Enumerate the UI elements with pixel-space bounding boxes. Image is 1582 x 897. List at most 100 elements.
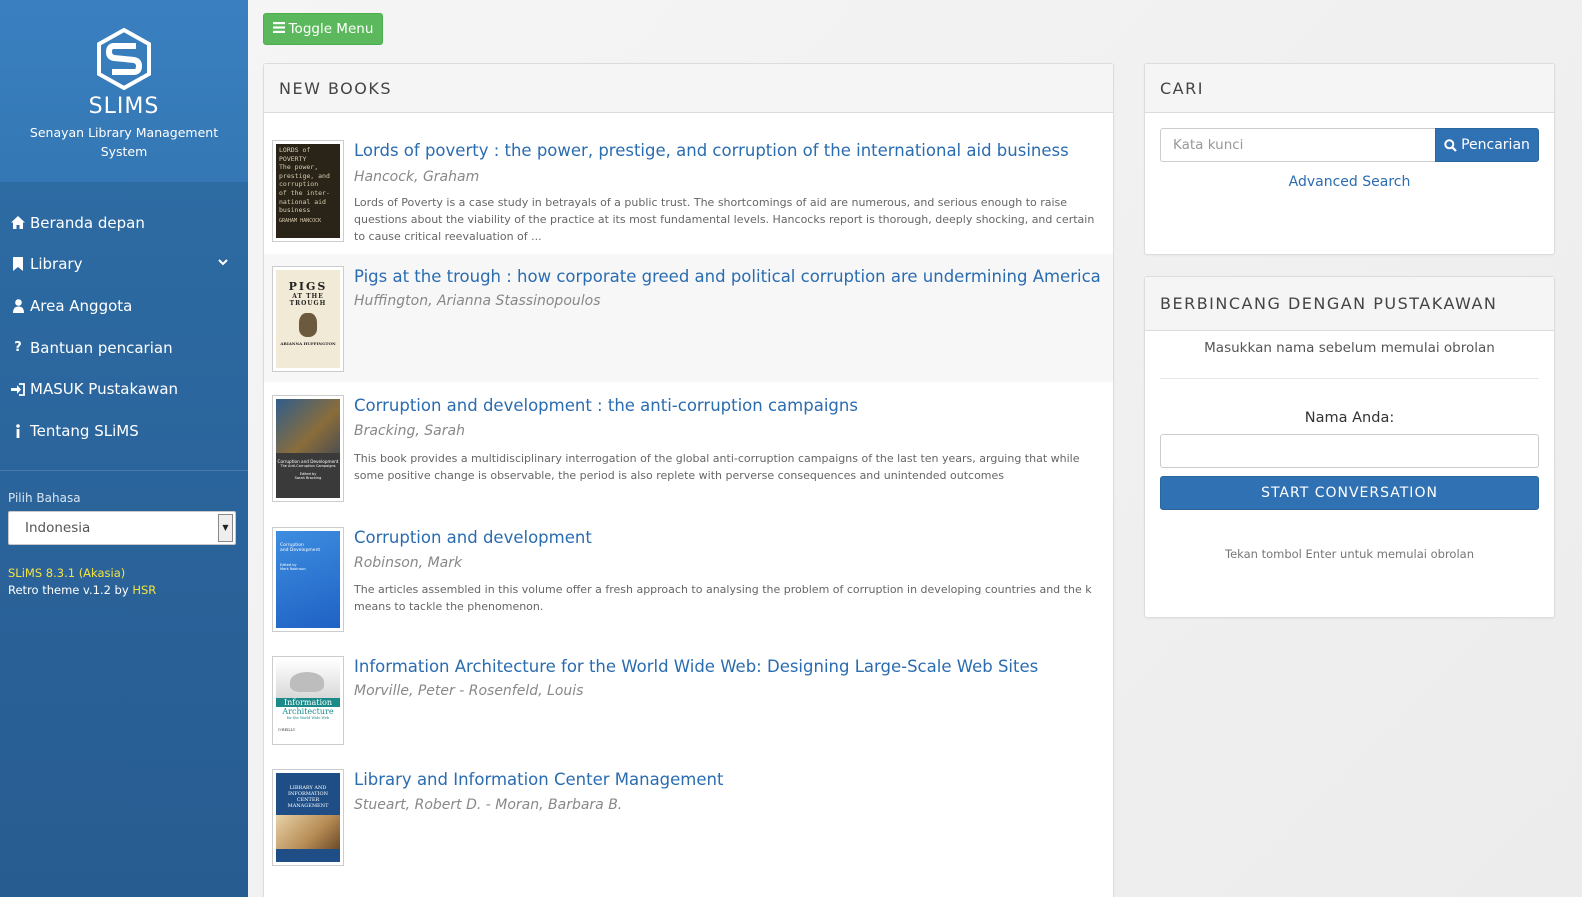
book-item: Corruption and Development Edited by Mar…	[264, 518, 1113, 646]
cover-text: POVERTY	[279, 154, 307, 163]
nav-item-label: Bantuan pencarian	[30, 338, 173, 357]
nav-item-label: Area Anggota	[30, 296, 133, 315]
info-icon	[10, 423, 26, 438]
sidebar: SLIMS Senayan Library Management System …	[0, 0, 248, 897]
theme-author-link[interactable]: HSR	[132, 583, 156, 597]
toggle-menu-label: Toggle Menu	[288, 21, 374, 37]
book-title-link[interactable]: Corruption and development	[354, 528, 592, 547]
book-title-link[interactable]: Corruption and development : the anti-co…	[354, 396, 858, 415]
book-description: This book provides a multidisciplinary i…	[354, 452, 1080, 482]
toggle-menu-button[interactable]: Toggle Menu	[263, 13, 383, 45]
cover-text: GRAHAM HANCOCK	[279, 217, 322, 224]
version-line: SLiMS 8.3.1 (Akasia)	[8, 565, 126, 580]
cover-text: for the World Wide Web	[286, 716, 330, 720]
cover-text: corruption	[279, 180, 319, 189]
nav-item-masuk-pustakawan[interactable]: MASUK Pustakawan	[0, 368, 248, 410]
nav-item-tentang[interactable]: Tentang SLiMS	[0, 410, 248, 452]
book-cover[interactable]: Corruption and Development Edited by Mar…	[272, 527, 344, 632]
search-button[interactable]: Pencarian	[1435, 128, 1539, 162]
advanced-search-link[interactable]: Advanced Search	[1145, 174, 1554, 190]
start-conversation-button[interactable]: START CONVERSATION	[1160, 476, 1539, 510]
book-item: Information Architecture for the World W…	[264, 646, 1113, 760]
chat-note: Masukkan nama sebelum memulai obrolan	[1204, 340, 1495, 356]
search-panel: CARI Kata kunci Pencarian Advanced Searc…	[1144, 63, 1555, 255]
chevron-down-icon[interactable]	[218, 256, 228, 269]
chat-heading: BERBINCANG DENGAN PUSTAKAWAN	[1145, 277, 1554, 331]
search-button-label: Pencarian	[1461, 137, 1530, 153]
brand-title: SLIMS	[88, 94, 160, 119]
book-description: The articles assembled in this volume of…	[354, 583, 1092, 613]
bookmark-icon	[10, 257, 26, 272]
question-icon: ?	[14, 340, 22, 356]
cover-text: Mark Robinson	[280, 567, 306, 571]
nav-item-label: Tentang SLiMS	[30, 421, 139, 440]
book-description: Lords of Poverty is a case study in betr…	[354, 196, 1095, 243]
cover-text: LORDS of	[279, 146, 311, 154]
book-item: PIGS AT THE TROUGH ARIANNA HUFFINGTON Pi…	[264, 254, 1113, 382]
search-heading: CARI	[1145, 64, 1554, 113]
book-author: Morville, Peter - Rosenfeld, Louis	[354, 683, 584, 699]
book-author: Hancock, Graham	[354, 169, 480, 185]
language-section: Pilih Bahasa Indonesia ▼	[0, 471, 248, 545]
book-cover[interactable]: PIGS AT THE TROUGH ARIANNA HUFFINGTON	[272, 266, 344, 372]
book-author: Stueart, Robert D. - Moran, Barbara B.	[354, 797, 623, 813]
language-select[interactable]: Indonesia ▼	[8, 510, 236, 545]
book-item: LORDS of POVERTY The power, prestige, an…	[264, 126, 1113, 254]
cover-text: PIGS	[288, 280, 328, 293]
cover-text: prestige, and	[279, 171, 330, 180]
cover-text: national aid	[279, 197, 326, 206]
chat-name-label: Nama Anda:	[1304, 410, 1395, 426]
home-icon	[10, 216, 26, 230]
book-title-link[interactable]: Pigs at the trough : how corporate greed…	[354, 267, 1101, 286]
book-cover[interactable]: Information Architecture for the World W…	[272, 656, 344, 745]
chat-name-input[interactable]	[1160, 434, 1539, 468]
cover-text: Architecture	[282, 707, 334, 716]
user-icon	[10, 299, 26, 313]
book-title-link[interactable]: Library and Information Center Managemen…	[354, 770, 723, 789]
language-label: Pilih Bahasa	[8, 490, 81, 505]
version-info: SLiMS 8.3.1 (Akasia) Retro theme v.1.2 b…	[0, 545, 248, 599]
book-cover[interactable]: Corruption and Development The Anti-Corr…	[272, 395, 344, 502]
cover-text: of the inter-	[279, 188, 330, 197]
cover-text: The Anti-Corruption Campaigns	[280, 464, 336, 468]
cover-illustration	[276, 399, 340, 453]
book-item: LIBRARY AND INFORMATION CENTER MANAGEMEN…	[264, 760, 1113, 897]
theme-prefix: Retro theme v.1.2 by	[8, 582, 133, 597]
nav-item-beranda[interactable]: Beranda depan	[0, 202, 248, 244]
nav-item-bantuan[interactable]: ? Bantuan pencarian	[0, 327, 248, 369]
cover-illustration	[299, 313, 317, 337]
nav-item-label: Beranda depan	[30, 213, 145, 232]
new-books-heading: NEW BOOKS	[264, 64, 1113, 113]
cover-text: TROUGH	[289, 300, 327, 307]
brand-subtitle: Senayan Library Management System	[29, 125, 219, 159]
book-item: Corruption and Development The Anti-Corr…	[264, 382, 1113, 518]
search-placeholder: Kata kunci	[1173, 137, 1244, 153]
new-books-panel: NEW BOOKS LORDS of POVERTY The power, pr…	[263, 63, 1114, 897]
search-icon	[1444, 138, 1457, 152]
nav-item-label: MASUK Pustakawan	[30, 380, 179, 399]
theme-line: Retro theme v.1.2 by HSR	[8, 582, 240, 599]
book-cover[interactable]: LIBRARY AND INFORMATION CENTER MANAGEMEN…	[272, 769, 344, 866]
book-author: Bracking, Sarah	[354, 423, 465, 439]
book-title-link[interactable]: Information Architecture for the World W…	[354, 657, 1038, 676]
nav-item-library[interactable]: Library	[0, 244, 248, 286]
book-cover[interactable]: LORDS of POVERTY The power, prestige, an…	[272, 140, 344, 242]
cover-illustration	[276, 815, 340, 849]
cover-illustration	[276, 660, 340, 698]
search-form: Kata kunci Pencarian	[1160, 128, 1539, 162]
search-input[interactable]: Kata kunci	[1160, 128, 1435, 162]
cover-text: and Development	[280, 548, 321, 553]
chat-hint: Tekan tombol Enter untuk memulai obrolan	[1225, 547, 1474, 561]
book-title-link[interactable]: Lords of poverty : the power, prestige, …	[354, 141, 1069, 160]
book-author: Huffington, Arianna Stassinopoulos	[354, 293, 601, 309]
cover-text: MANAGEMENT	[287, 803, 329, 809]
nav-item-label: Library	[30, 255, 83, 274]
cover-text: O'REILLY	[278, 728, 296, 732]
cover-text: Sarah Bracking	[294, 476, 322, 480]
sign-in-icon	[10, 382, 26, 396]
brand-header: SLIMS Senayan Library Management System	[0, 0, 248, 182]
sidebar-nav: Beranda depan Library Area Anggota ? Ban…	[0, 182, 248, 471]
slims-logo-icon	[97, 28, 151, 90]
dropdown-arrow-icon[interactable]: ▼	[218, 513, 233, 542]
nav-item-area-anggota[interactable]: Area Anggota	[0, 285, 248, 327]
